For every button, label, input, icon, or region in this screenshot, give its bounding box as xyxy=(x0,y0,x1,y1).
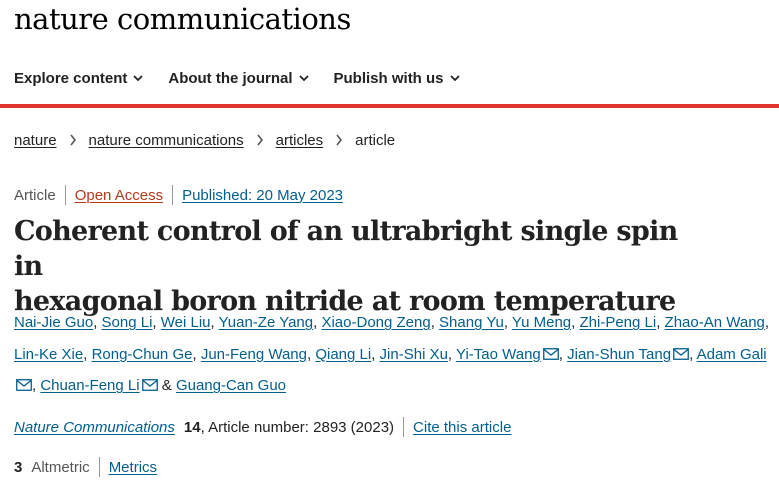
nav-explore-content[interactable]: Explore content xyxy=(14,70,143,87)
breadcrumb: nature nature communications articles ar… xyxy=(14,129,395,151)
author-separator: , xyxy=(503,314,509,331)
author-separator: , xyxy=(764,314,770,331)
nav-label: Publish with us xyxy=(333,69,444,87)
author-link[interactable]: Song Li xyxy=(102,314,153,331)
nav-label: Explore content xyxy=(14,69,128,87)
mail-icon[interactable] xyxy=(673,347,689,360)
author-separator: , xyxy=(447,345,453,363)
author-link[interactable]: Yuan-Ze Yang xyxy=(219,314,314,331)
article-meta: Article Open Access Published: 20 May 20… xyxy=(14,184,343,206)
altmetric-label: Altmetric xyxy=(31,458,90,476)
author-separator: , xyxy=(152,314,157,331)
author-separator: , xyxy=(558,345,563,363)
volume: 14 xyxy=(183,418,201,436)
author-link[interactable]: Jun-Feng Wang xyxy=(201,346,307,363)
author-link[interactable]: Adam Gali xyxy=(697,346,767,363)
author-separator: , xyxy=(656,314,661,331)
author-separator: , xyxy=(83,345,88,363)
published-date-link[interactable]: Published: 20 May 2023 xyxy=(182,187,343,204)
article-type: Article xyxy=(14,186,56,204)
mail-icon[interactable] xyxy=(16,379,32,391)
author-link[interactable]: Wei Liu xyxy=(161,314,211,331)
author-separator: , xyxy=(210,314,215,331)
nav-label: About the journal xyxy=(168,69,293,87)
chevron-right-icon xyxy=(69,134,76,146)
divider xyxy=(98,457,100,477)
altmetric-count: 3 xyxy=(14,458,23,476)
divider xyxy=(403,417,405,437)
article-number: , Article number: 2893 (2023) xyxy=(200,418,395,436)
author-link[interactable]: Jian-Shun Tang xyxy=(567,346,671,363)
citation-line: Nature Communications 14 , Article numbe… xyxy=(14,416,511,438)
author-link[interactable]: Chuan-Feng Li xyxy=(40,377,139,394)
author-link[interactable]: Lin-Ke Xie xyxy=(14,346,83,363)
divider xyxy=(172,185,174,205)
author-separator: , xyxy=(571,314,576,331)
author-link[interactable]: Qiang Li xyxy=(315,346,371,363)
title-line-1: Coherent control of an ultrabright singl… xyxy=(14,216,678,282)
header-accent-bar xyxy=(0,104,779,108)
chevron-down-icon xyxy=(449,75,460,82)
main-nav: Explore content About the journal Publis… xyxy=(14,64,485,92)
author-link[interactable]: Yu Meng xyxy=(512,314,571,331)
author-separator: , xyxy=(430,314,435,331)
metrics-link[interactable]: Metrics xyxy=(109,459,157,476)
author-link[interactable]: Rong-Chun Ge xyxy=(92,346,193,363)
author-separator: , xyxy=(689,345,694,363)
author-and: & xyxy=(161,377,172,394)
author-link[interactable]: Zhi-Peng Li xyxy=(579,314,656,331)
open-access-link[interactable]: Open Access xyxy=(75,187,163,204)
journal-link[interactable]: Nature Communications xyxy=(14,419,175,436)
mail-icon[interactable] xyxy=(141,379,158,391)
author-link[interactable]: Jin-Shi Xu xyxy=(380,346,448,363)
author-link[interactable]: Xiao-Dong Zeng xyxy=(321,314,430,331)
divider xyxy=(64,185,66,205)
author-link[interactable]: Nai-Jie Guo xyxy=(14,314,93,331)
author-link[interactable]: Shang Yu xyxy=(439,314,504,331)
author-separator: , xyxy=(93,314,98,331)
author-separator: , xyxy=(371,345,376,363)
journal-logo[interactable]: nature communications xyxy=(14,0,351,38)
author-separator: , xyxy=(32,377,37,394)
author-list: Nai-Jie Guo, Song Li, Wei Liu, Yuan-Ze Y… xyxy=(14,307,779,402)
breadcrumb-articles[interactable]: articles xyxy=(276,132,324,149)
chevron-right-icon xyxy=(257,134,263,146)
chevron-down-icon xyxy=(133,75,143,82)
metrics-line: 3 Altmetric Metrics xyxy=(14,456,157,478)
author-link[interactable]: Yi-Tao Wang xyxy=(456,346,541,363)
cite-this-article-link[interactable]: Cite this article xyxy=(413,419,511,436)
nav-publish-with-us[interactable]: Publish with us xyxy=(334,70,460,87)
author-separator: , xyxy=(306,345,312,363)
author-separator: , xyxy=(192,345,197,363)
chevron-down-icon xyxy=(298,75,309,82)
article-title: Coherent control of an ultrabright singl… xyxy=(14,214,714,319)
breadcrumb-nature[interactable]: nature xyxy=(14,132,57,149)
nav-about-journal[interactable]: About the journal xyxy=(168,69,309,87)
breadcrumb-current: article xyxy=(355,131,396,149)
breadcrumb-nature-communications[interactable]: nature communications xyxy=(89,132,244,149)
mail-icon[interactable] xyxy=(542,347,559,360)
author-link[interactable]: Guang-Can Guo xyxy=(176,377,286,394)
chevron-right-icon xyxy=(336,134,343,146)
author-link[interactable]: Zhao-An Wang xyxy=(665,314,765,331)
author-separator: , xyxy=(313,314,318,331)
